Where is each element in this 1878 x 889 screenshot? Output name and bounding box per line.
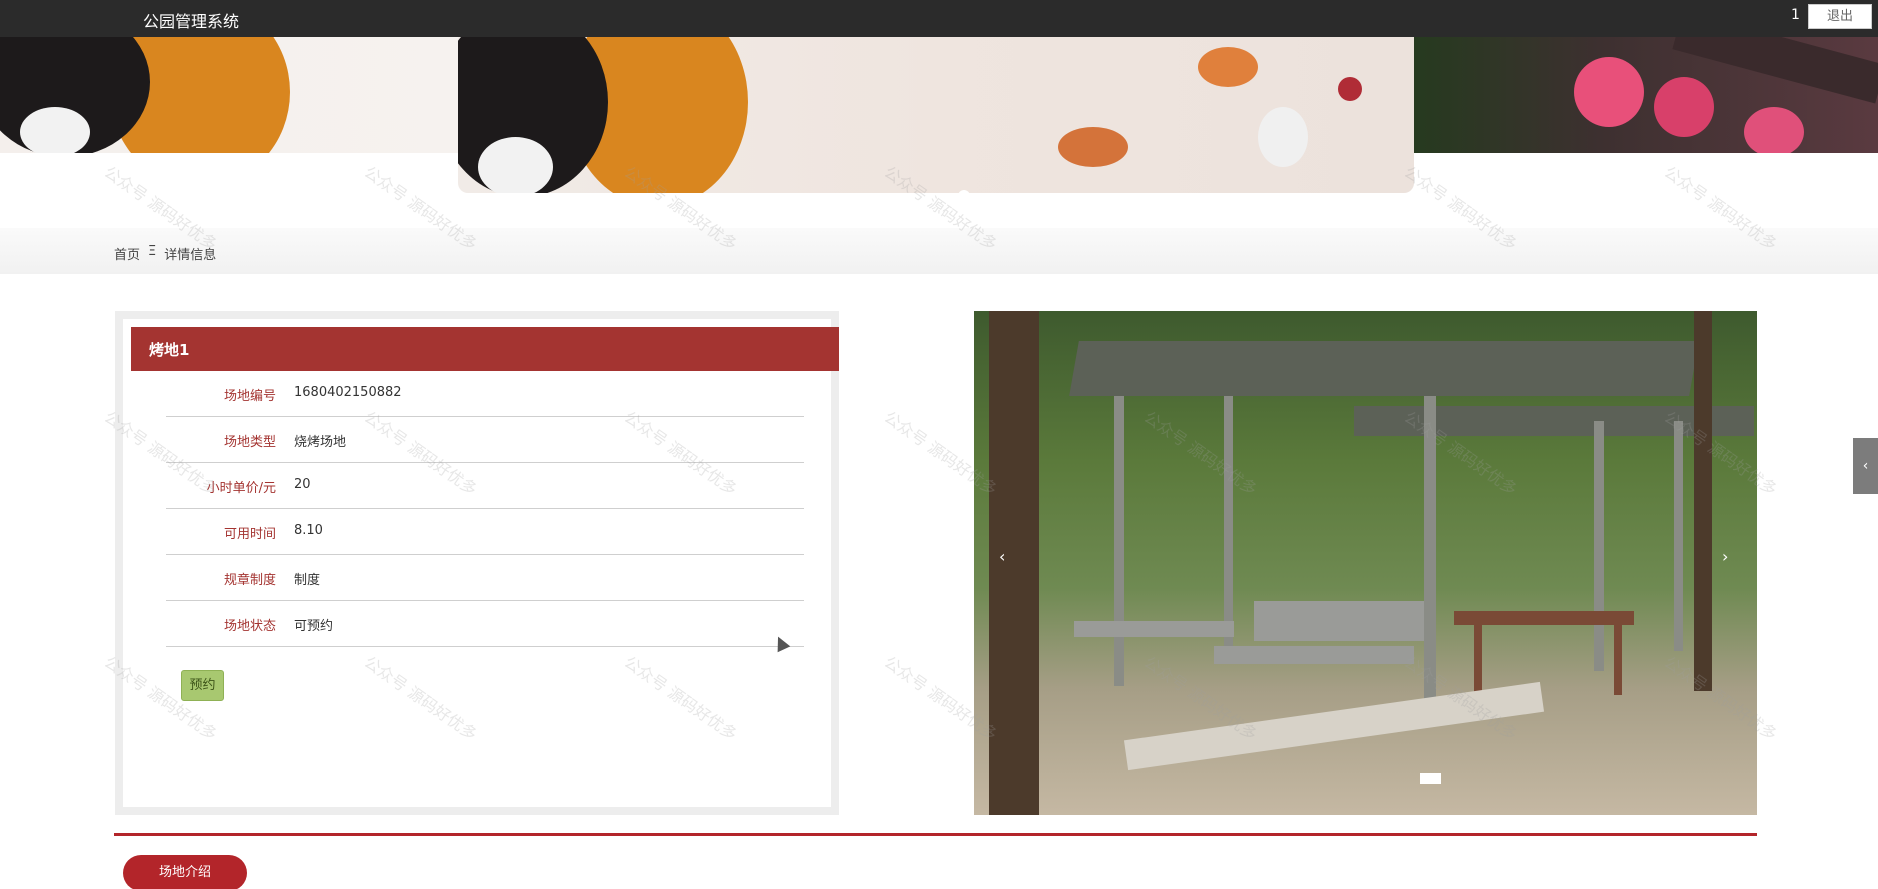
field-value: 20 xyxy=(294,477,311,492)
field-value: 8.10 xyxy=(294,523,323,538)
field-row-status: 场地状态 可预约 xyxy=(166,601,804,647)
field-row-available-time: 可用时间 8.10 xyxy=(166,509,804,555)
field-row-hourly-price: 小时单价/元 20 xyxy=(166,463,804,509)
banner-slide-active xyxy=(458,37,1414,193)
carousel-prev-arrow-icon[interactable]: ‹ xyxy=(999,547,1005,566)
field-value: 制度 xyxy=(294,573,321,588)
field-row-venue-number: 场地编号 1680402150882 xyxy=(166,371,804,417)
field-value: 1680402150882 xyxy=(294,385,402,400)
field-label: 规章制度 xyxy=(223,573,276,588)
breadcrumb-bar xyxy=(0,228,1878,274)
side-collapse-tab[interactable]: ‹ xyxy=(1853,438,1878,494)
breadcrumb-home-link[interactable]: 首页 xyxy=(114,244,140,263)
field-row-rules: 规章制度 制度 xyxy=(166,555,804,601)
logout-button[interactable]: 退出 xyxy=(1808,4,1872,29)
carousel-next-arrow-icon[interactable]: › xyxy=(1722,547,1728,566)
username[interactable]: 1 xyxy=(1791,7,1800,23)
chevron-left-icon: ‹ xyxy=(1862,458,1869,474)
field-row-venue-type: 场地类型 烧烤场地 xyxy=(166,417,804,463)
breadcrumb: 首页 Ξ 详情信息 xyxy=(114,244,216,263)
app-title: 公园管理系统 xyxy=(143,12,240,31)
banner-carousel[interactable] xyxy=(0,37,1878,193)
banner-slide-left xyxy=(0,37,458,153)
top-nav-bar: 公园管理系统 1 退出 xyxy=(0,0,1878,37)
carousel-indicator[interactable] xyxy=(1420,773,1441,784)
field-label: 可用时间 xyxy=(223,527,276,542)
field-label: 场地类型 xyxy=(223,435,276,450)
field-value: 烧烤场地 xyxy=(294,435,347,450)
venue-name: 烤地1 xyxy=(149,341,190,359)
field-label: 场地状态 xyxy=(223,619,276,634)
field-value: 可预约 xyxy=(294,619,334,634)
venue-detail-header: 烤地1 xyxy=(131,327,839,371)
breadcrumb-separator: Ξ xyxy=(148,244,157,259)
field-label: 场地编号 xyxy=(223,389,276,404)
tab-venue-introduction[interactable]: 场地介绍 xyxy=(123,855,247,889)
section-divider xyxy=(114,833,1757,836)
breadcrumb-current: 详情信息 xyxy=(164,248,217,263)
book-button[interactable]: 预约 xyxy=(181,670,224,701)
venue-detail-panel: 烤地1 场地编号 1680402150882 场地类型 烧烤场地 小时单价/元 … xyxy=(115,311,839,815)
field-label: 小时单价/元 xyxy=(206,481,276,496)
venue-photo-carousel[interactable]: ‹ › xyxy=(974,311,1757,815)
banner-slide-right xyxy=(1414,37,1878,153)
